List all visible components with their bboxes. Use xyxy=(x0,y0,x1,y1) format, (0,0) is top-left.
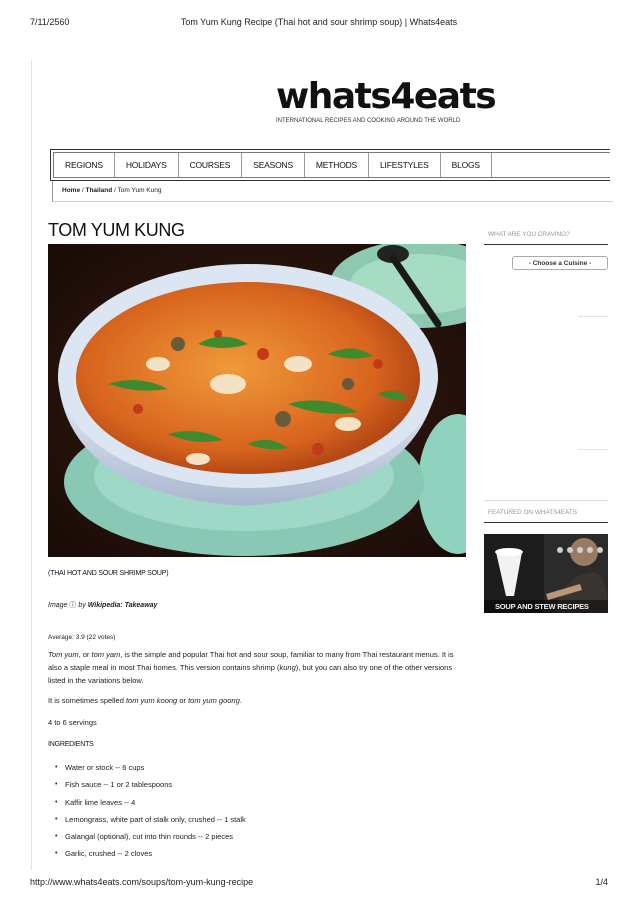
print-header: 7/11/2560 Tom Yum Kung Recipe (Thai hot … xyxy=(30,17,608,29)
ingredients-list: Water or stock -- 6 cups Fish sauce -- 1… xyxy=(48,761,246,865)
term-tom-yam: tom yam xyxy=(91,650,121,659)
ingredient-item: Water or stock -- 6 cups xyxy=(48,761,246,778)
servings: 4 to 6 servings xyxy=(48,718,97,727)
term-kung: kung xyxy=(279,663,296,672)
ingredient-item: Galangal (optional), cut into thin round… xyxy=(48,830,246,847)
sidebar-featured-heading: FEATURED ON WHATS4EATS xyxy=(488,509,577,516)
spelling-text: . xyxy=(239,696,242,705)
breadcrumb-current: Tom Yum Kung xyxy=(117,187,162,194)
site-tagline: INTERNATIONAL RECIPES AND COOKING AROUND… xyxy=(276,118,461,124)
nav-item-seasons[interactable]: SEASONS xyxy=(242,153,305,177)
site-logo[interactable]: whats4eats INTERNATIONAL RECIPES AND COO… xyxy=(276,78,497,125)
nav-item-courses[interactable]: COURSES xyxy=(179,153,243,177)
hero-image-tom-yum-soup xyxy=(48,244,466,557)
logo-wordmark[interactable]: whats4eats xyxy=(276,78,497,116)
sidebar-divider xyxy=(578,449,608,450)
featured-label[interactable]: SOUP AND STEW RECIPES xyxy=(495,602,589,611)
image-credit: Image ⓘ by Wikipedia: Takeaway xyxy=(48,600,157,610)
image-credit-source-link[interactable]: Wikipedia: Takeaway xyxy=(88,602,158,609)
spelling-text: or xyxy=(177,696,189,705)
nav-item-holidays[interactable]: HOLIDAYS xyxy=(115,153,179,177)
spelling-text: It is sometimes spelled xyxy=(48,696,126,705)
term-tom-yum-koong: tom yum koong xyxy=(125,696,178,705)
nav-item-methods[interactable]: METHODS xyxy=(305,153,370,177)
print-page-number: 1/4 xyxy=(595,877,608,887)
print-doc-title: Tom Yum Kung Recipe (Thai hot and sour s… xyxy=(180,17,458,27)
main-nav-inner: REGIONS HOLIDAYS COURSES SEASONS METHODS… xyxy=(53,152,610,178)
sidebar-craving-heading: WHAT ARE YOU CRAVING? xyxy=(488,231,570,238)
nav-item-lifestyles[interactable]: LIFESTYLES xyxy=(369,153,441,177)
nav-item-blogs[interactable]: BLOGS xyxy=(441,153,492,177)
ingredients-heading: INGREDIENTS xyxy=(48,741,94,748)
breadcrumb-region-link[interactable]: Thailand xyxy=(85,187,112,194)
breadcrumb: Home / Thailand / Tom Yum Kung xyxy=(62,187,162,194)
intro-text: , or xyxy=(78,650,92,659)
ingredient-item: Kaffir lime leaves -- 4 xyxy=(48,796,246,813)
term-tom-yum: Tom yum xyxy=(48,650,79,659)
sidebar-rule xyxy=(484,522,608,523)
ingredient-item: Lemongrass, white part of stalk only, cr… xyxy=(48,813,246,830)
sidebar-divider xyxy=(578,316,608,317)
recipe-subtitle: (THAI HOT AND SOUR SHRIMP SOUP) xyxy=(48,570,169,577)
image-credit-prefix: Image xyxy=(48,602,68,609)
nav-item-regions[interactable]: REGIONS xyxy=(54,153,115,177)
ingredient-item: Garlic, crushed -- 2 cloves xyxy=(48,847,246,864)
breadcrumb-home-link[interactable]: Home xyxy=(62,187,80,194)
term-tom-yum-goong: tom yum goong xyxy=(188,696,240,705)
spelling-paragraph: It is sometimes spelled tom yum koong or… xyxy=(48,694,468,707)
print-url: http://www.whats4eats.com/soups/tom-yum-… xyxy=(30,877,254,887)
soup-bowl-illustration xyxy=(48,244,466,557)
page-left-rule xyxy=(31,60,32,870)
cuisine-select[interactable]: - Choose a Cuisine - xyxy=(512,256,608,270)
image-credit-by: by xyxy=(76,602,88,609)
intro-paragraph: Tom yum, or tom yam, is the simple and p… xyxy=(48,648,468,687)
vote-rating: Average: 3.9 (22 votes) xyxy=(48,634,116,641)
ingredient-item: Fish sauce -- 1 or 2 tablespoons xyxy=(48,778,246,795)
sidebar-rule xyxy=(484,500,608,501)
sidebar-rule xyxy=(484,244,608,245)
main-nav: REGIONS HOLIDAYS COURSES SEASONS METHODS… xyxy=(50,149,610,181)
page-title: TOM YUM KUNG xyxy=(48,220,185,240)
